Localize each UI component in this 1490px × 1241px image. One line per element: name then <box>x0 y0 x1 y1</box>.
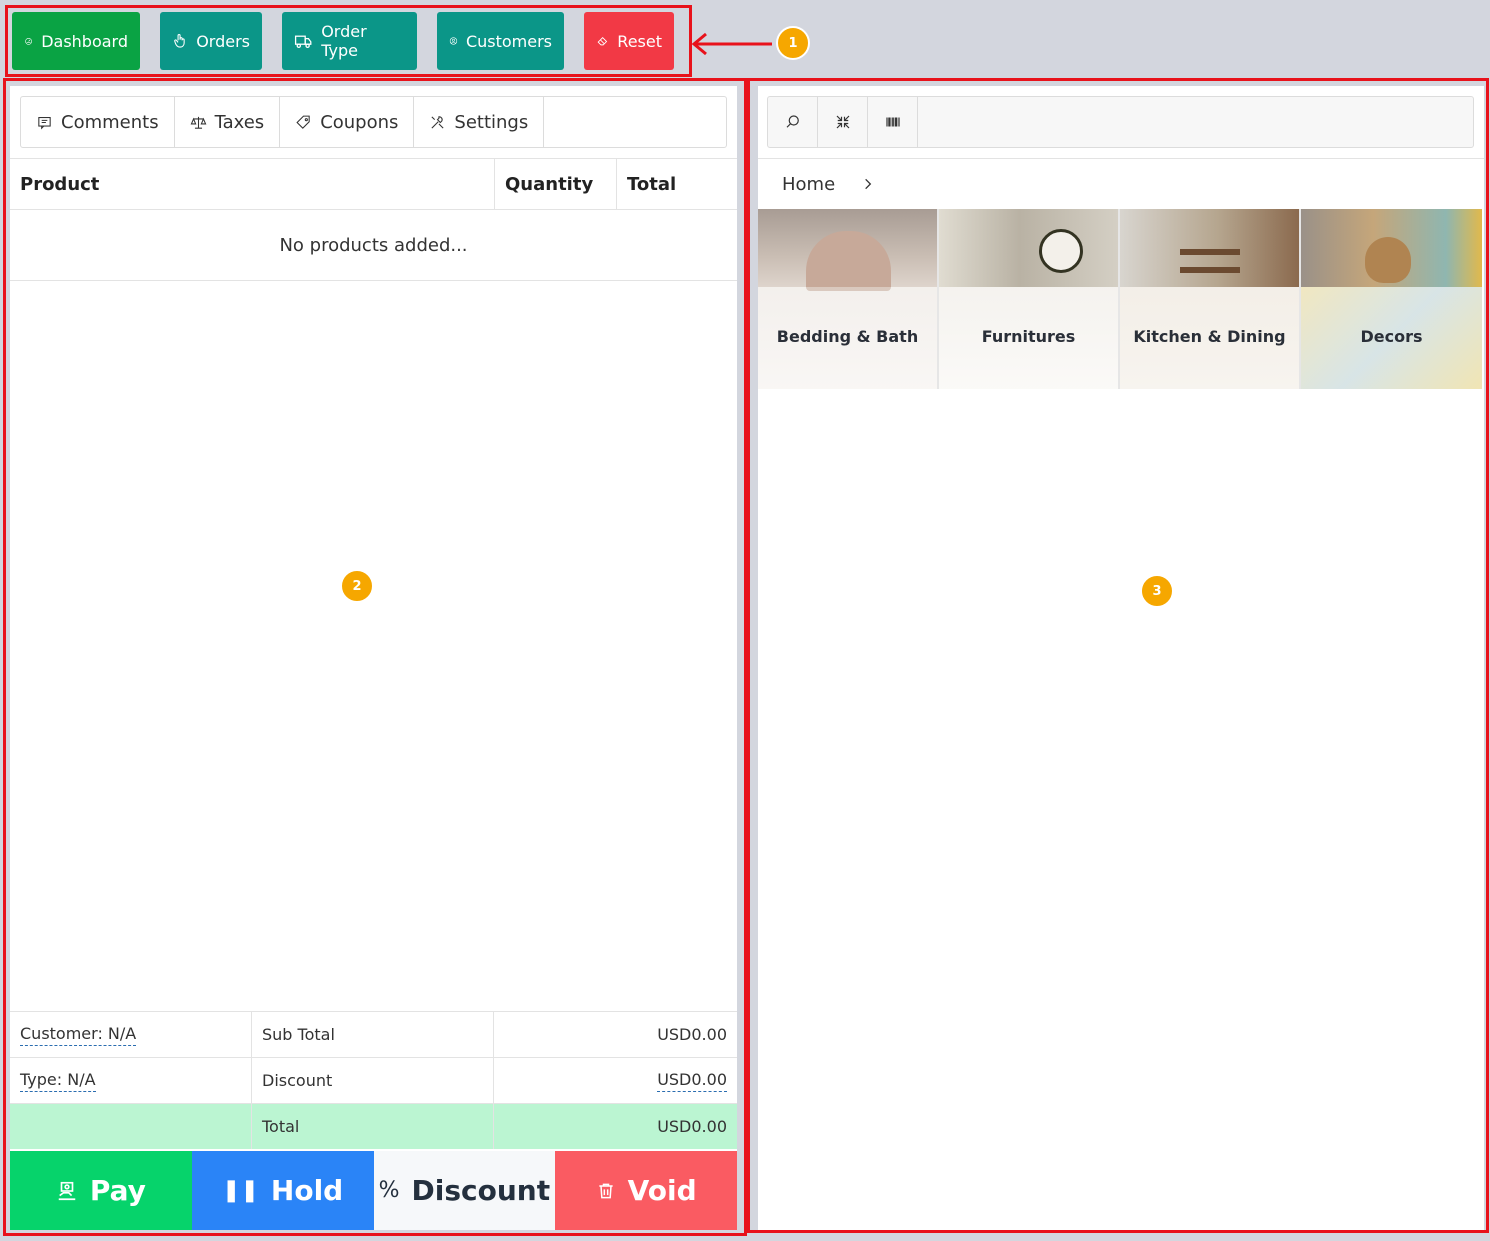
discount-button-label: Discount <box>411 1174 551 1207</box>
column-quantity: Quantity <box>495 159 617 209</box>
hold-label: Hold <box>270 1174 344 1207</box>
dashboard-label: Dashboard <box>41 31 128 51</box>
total-label: Total <box>252 1104 494 1149</box>
total-row: Total USD0.00 <box>10 1103 737 1149</box>
tools-icon <box>431 115 444 129</box>
tab-coupons-label: Coupons <box>320 111 399 133</box>
category-label: Furnitures <box>981 327 1076 346</box>
breadcrumb: Home <box>758 158 1484 209</box>
tab-comments[interactable]: Comments <box>21 97 175 147</box>
percent-icon: % <box>378 1178 400 1203</box>
tab-comments-label: Comments <box>61 111 159 133</box>
discount-value[interactable]: USD0.00 <box>657 1070 727 1092</box>
subtotal-value: USD0.00 <box>657 1025 727 1044</box>
hand-pointer-icon <box>174 34 185 48</box>
void-label: Void <box>627 1174 697 1207</box>
product-table: Product Quantity Total No products added… <box>10 158 737 281</box>
reset-button[interactable]: Reset <box>584 12 674 70</box>
orders-button[interactable]: Orders <box>160 12 262 70</box>
user-circle-icon <box>449 37 458 45</box>
product-table-header: Product Quantity Total <box>10 158 737 210</box>
pay-button[interactable]: Pay <box>10 1151 192 1230</box>
customer-selector[interactable]: Customer: N/A <box>20 1024 137 1046</box>
category-image <box>1301 209 1482 287</box>
pause-icon: ❚❚ <box>222 1178 259 1203</box>
orders-label: Orders <box>196 31 250 51</box>
empty-cart-message: No products added... <box>10 210 737 281</box>
order-type-selector[interactable]: Type: N/A <box>20 1070 96 1092</box>
reset-label: Reset <box>617 31 662 51</box>
catalog-panel: Home Bedding & Bath Furnitures Kitchen &… <box>758 86 1484 1230</box>
tab-taxes[interactable]: Taxes <box>175 97 281 147</box>
barcode-button[interactable] <box>868 97 918 147</box>
category-bedding-bath[interactable]: Bedding & Bath <box>758 209 939 389</box>
tab-settings-label: Settings <box>454 111 529 133</box>
category-label: Decors <box>1360 327 1423 346</box>
scale-icon <box>190 116 206 129</box>
order-type-label: Order Type <box>321 22 367 60</box>
trash-icon <box>598 1183 613 1198</box>
subtotal-label: Sub Total <box>252 1012 494 1057</box>
category-image <box>939 209 1118 287</box>
void-button[interactable]: Void <box>555 1151 737 1230</box>
annotation-badge-2: 2 <box>340 569 374 603</box>
money-hand-icon <box>58 1181 76 1200</box>
order-type-button[interactable]: Order Type <box>282 12 417 70</box>
cart-tabs: Comments Taxes Coupons Settings <box>20 96 727 148</box>
pay-label: Pay <box>89 1174 146 1207</box>
top-toolbar: Dashboard Orders Order Type Customers Re… <box>12 12 674 70</box>
discount-button[interactable]: % Discount <box>373 1151 556 1230</box>
cart-actions: Pay ❚❚ Hold % Discount Void <box>10 1151 737 1230</box>
speedometer-icon <box>25 38 32 45</box>
column-total: Total <box>627 173 677 195</box>
search-button[interactable] <box>768 97 818 147</box>
tab-coupons[interactable]: Coupons <box>280 97 415 147</box>
collapse-button[interactable] <box>818 97 868 147</box>
chevron-right-icon <box>865 178 872 190</box>
comment-icon <box>38 116 51 129</box>
hold-button[interactable]: ❚❚ Hold <box>191 1151 374 1230</box>
tab-settings[interactable]: Settings <box>414 97 545 147</box>
customers-button[interactable]: Customers <box>437 12 564 70</box>
truck-icon <box>294 35 312 49</box>
eraser-icon <box>597 37 608 46</box>
column-product: Product <box>10 159 495 209</box>
category-kitchen-dining[interactable]: Kitchen & Dining <box>1120 209 1301 389</box>
category-decors[interactable]: Decors <box>1301 209 1482 389</box>
cart-summary: Customer: N/A Sub Total USD0.00 Type: N/… <box>10 1011 737 1149</box>
category-image <box>758 209 937 291</box>
category-label: Bedding & Bath <box>776 327 919 346</box>
annotation-arrow-icon <box>691 32 772 56</box>
barcode-icon <box>885 117 900 127</box>
collapse-icon <box>836 115 849 129</box>
annotation-badge-1: 1 <box>776 26 810 60</box>
category-image <box>1120 209 1299 287</box>
category-furnitures[interactable]: Furnitures <box>939 209 1120 389</box>
catalog-search-bar <box>767 96 1474 148</box>
search-icon <box>786 115 799 128</box>
category-grid: Bedding & Bath Furnitures Kitchen & Dini… <box>758 209 1484 389</box>
customers-label: Customers <box>465 31 552 51</box>
discount-label: Discount <box>252 1058 494 1103</box>
breadcrumb-home[interactable]: Home <box>782 174 835 195</box>
total-value: USD0.00 <box>657 1117 727 1136</box>
tab-taxes-label: Taxes <box>214 111 265 133</box>
category-label: Kitchen & Dining <box>1133 327 1286 346</box>
dashboard-button[interactable]: Dashboard <box>12 12 140 70</box>
cart-panel: Comments Taxes Coupons Settings Product … <box>10 86 737 1230</box>
tag-icon <box>296 115 310 129</box>
annotation-badge-3: 3 <box>1140 574 1174 608</box>
